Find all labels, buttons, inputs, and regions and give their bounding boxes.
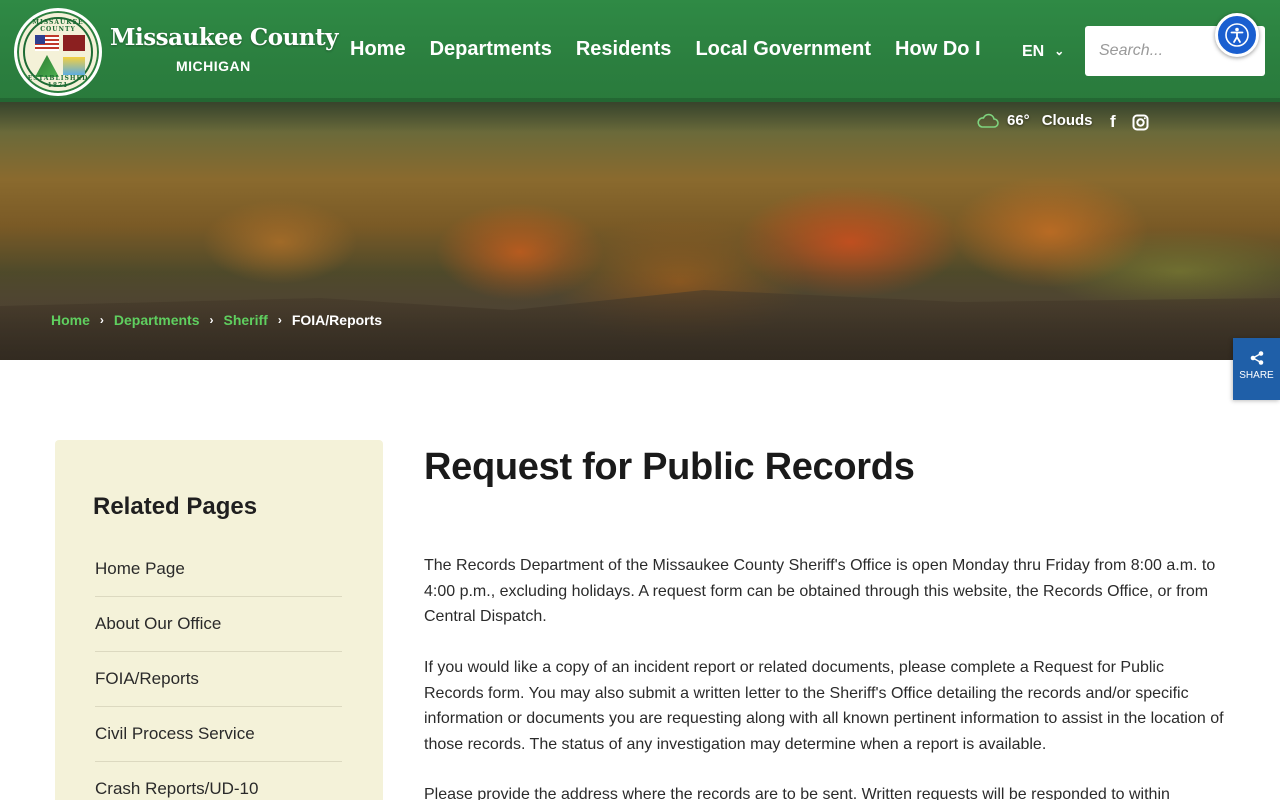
chevron-down-icon: ⌄	[1054, 44, 1065, 58]
nav-home[interactable]: Home	[350, 38, 406, 61]
brand-name[interactable]: Missaukee County	[110, 24, 339, 51]
instagram-icon[interactable]	[1132, 114, 1149, 131]
nav-how-do-i[interactable]: How Do I	[895, 38, 981, 61]
language-code: EN	[1022, 43, 1045, 60]
related-pages-list: Home Page About Our Office FOIA/Reports …	[95, 542, 342, 800]
content-paragraph: If you would like a copy of an incident …	[424, 659, 1224, 753]
sidebar-item-foia-reports[interactable]: FOIA/Reports	[95, 652, 342, 707]
content-paragraph: The Records Department of the Missaukee …	[424, 557, 1216, 625]
share-icon	[1250, 351, 1263, 365]
language-selector[interactable]: EN ⌄	[1022, 43, 1064, 61]
social-links: f	[1110, 112, 1149, 132]
breadcrumb-departments[interactable]: Departments	[114, 312, 200, 328]
breadcrumb-home[interactable]: Home	[51, 312, 90, 328]
accessibility-button[interactable]	[1215, 13, 1259, 57]
breadcrumb-current: FOIA/Reports	[291, 312, 383, 328]
nav-local-government[interactable]: Local Government	[695, 38, 871, 61]
related-pages-sidebar: Related Pages Home Page About Our Office…	[55, 440, 383, 800]
weather-temp: 66°	[1007, 112, 1030, 129]
chevron-right-icon: ›	[209, 313, 214, 327]
breadcrumb: Home › Departments › Sheriff › FOIA/Repo…	[51, 312, 382, 328]
sidebar-item-about-our-office[interactable]: About Our Office	[95, 597, 342, 652]
sidebar-item-crash-reports[interactable]: Crash Reports/UD-10	[95, 762, 342, 800]
page-title: Request for Public Records	[424, 446, 915, 488]
sidebar-item-civil-process-service[interactable]: Civil Process Service	[95, 707, 342, 762]
sidebar-title: Related Pages	[93, 493, 258, 520]
facebook-icon[interactable]: f	[1110, 112, 1116, 132]
seal-bottom-text: ESTABLISHED 1871	[27, 75, 89, 89]
chevron-right-icon: ›	[99, 313, 104, 327]
main-nav: Home Departments Residents Local Governm…	[350, 38, 1005, 61]
weather-widget: 66° Clouds	[977, 112, 1093, 129]
accessibility-icon	[1225, 23, 1249, 47]
breadcrumb-sheriff[interactable]: Sheriff	[224, 312, 268, 328]
chevron-right-icon: ›	[277, 313, 282, 327]
barn-icon	[63, 35, 85, 51]
content-paragraph: Please provide the address where the rec…	[424, 786, 1170, 800]
share-button[interactable]: SHARE	[1233, 338, 1280, 400]
site-header: MISSAUKEE COUNTY ESTABLISHED 1871 Missau…	[0, 0, 1280, 102]
sidebar-item-home-page[interactable]: Home Page	[95, 542, 342, 597]
nav-departments[interactable]: Departments	[430, 38, 552, 61]
weather-condition: Clouds	[1041, 112, 1093, 129]
seal-top-text: MISSAUKEE COUNTY	[32, 19, 84, 33]
boat-icon	[63, 57, 85, 75]
nav-residents[interactable]: Residents	[576, 38, 672, 61]
flag-icon	[35, 35, 59, 51]
share-label: SHARE	[1239, 370, 1274, 381]
brand-subtitle: MICHIGAN	[176, 58, 251, 74]
county-seal-logo[interactable]: MISSAUKEE COUNTY ESTABLISHED 1871	[14, 8, 102, 96]
cloud-icon	[977, 113, 999, 128]
